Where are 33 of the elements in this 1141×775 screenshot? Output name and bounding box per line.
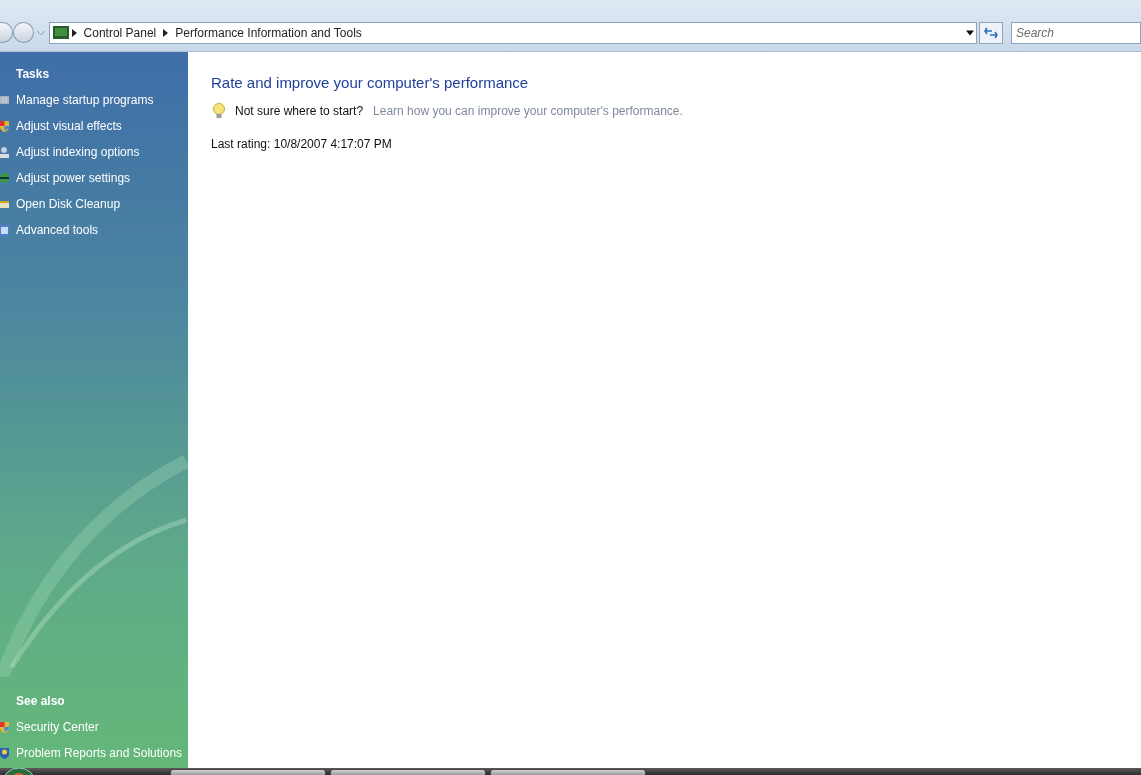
breadcrumb[interactable]: Control Panel <box>79 25 161 40</box>
search-field[interactable]: Search <box>1011 21 1141 44</box>
flag-icon <box>0 746 9 760</box>
grid-icon <box>0 93 9 107</box>
shield-icon <box>0 720 9 734</box>
monitor-icon <box>52 26 69 39</box>
shield-icon <box>0 119 9 133</box>
sidebar-link[interactable]: Problem Reports and Solutions <box>0 740 188 766</box>
help-link[interactable]: Learn how you can improve your computer's performance. <box>373 104 683 118</box>
page-title: Rate and improve your computer's performance <box>211 74 530 91</box>
last-rating: Last rating: 10/8/2007 4:17:07 PM <box>211 137 393 151</box>
taskbar-button[interactable] <box>170 769 326 775</box>
sidebar-link[interactable]: Adjust indexing options <box>0 139 188 165</box>
sidebar-link[interactable]: Manage startup programs <box>0 87 188 113</box>
sidebar-link[interactable]: Open Disk Cleanup <box>0 191 188 217</box>
sidebar-link[interactable]: Adjust power settings <box>0 165 188 191</box>
taskbar-button[interactable] <box>330 769 486 775</box>
section-heading: Tasks <box>16 67 51 81</box>
tip-text: Not sure where to start? <box>235 104 364 118</box>
sidebar-link[interactable]: Security Center <box>0 714 188 740</box>
chevron-icon[interactable] <box>71 28 77 37</box>
refresh-button[interactable] <box>979 21 1003 44</box>
sidebar-link[interactable]: Adjust visual effects <box>0 113 188 139</box>
taskbar-button[interactable] <box>490 769 646 775</box>
section-heading: See also <box>16 694 66 708</box>
address-bar[interactable]: Control Panel Performance Information and Tools <box>48 21 978 44</box>
chevron-icon[interactable] <box>163 28 169 37</box>
lightbulb-icon <box>213 103 225 119</box>
refresh-icon <box>984 26 999 39</box>
sidebar-link[interactable]: Advanced tools <box>0 217 188 243</box>
breadcrumb[interactable]: Performance Information and Tools <box>171 25 366 40</box>
window-icon <box>0 223 9 237</box>
dropdown-icon[interactable] <box>966 29 975 36</box>
